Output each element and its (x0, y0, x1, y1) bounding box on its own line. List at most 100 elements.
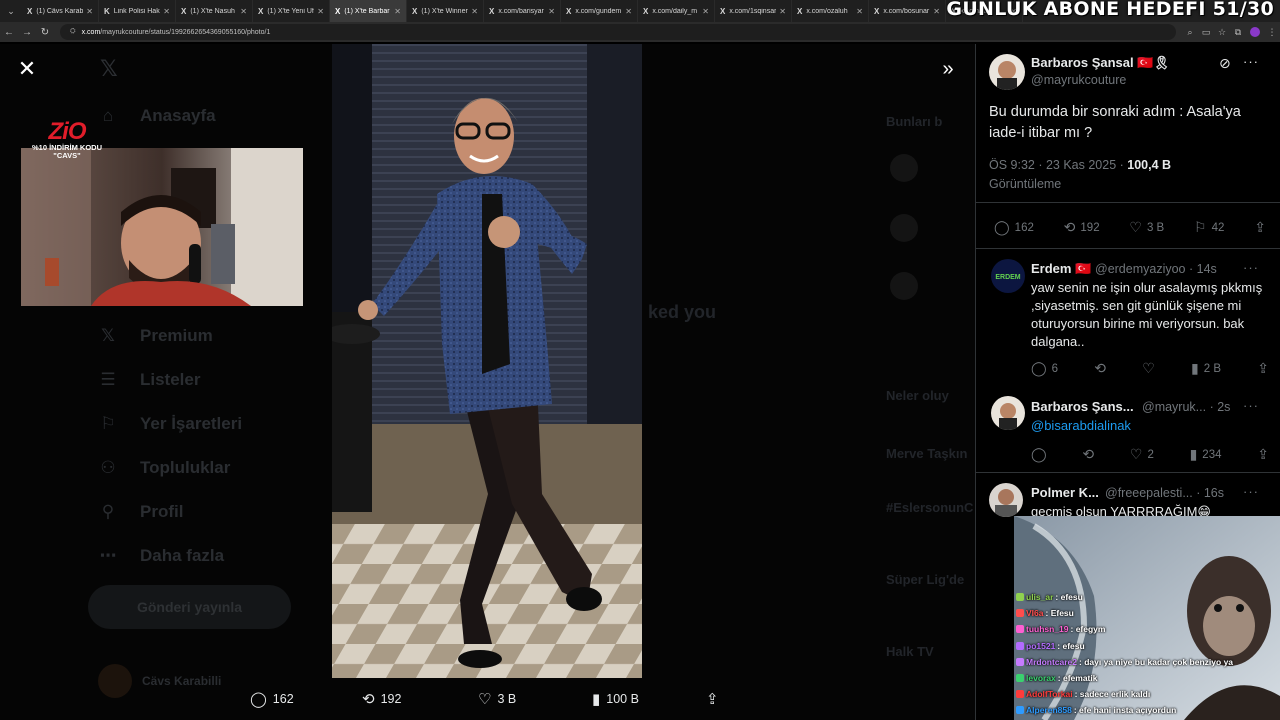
like-button[interactable]: ♡ (1142, 360, 1155, 377)
background-profile: Cävs Karabilli (98, 664, 221, 698)
url-path: /mayrukcouture/status/199266265436905516… (100, 28, 271, 36)
views-button[interactable]: ▮ 234 (1190, 446, 1222, 463)
close-tab-icon[interactable]: ✕ (317, 7, 324, 16)
repost-button[interactable]: ⟲ (1082, 446, 1094, 463)
chat-badge-icon (1016, 593, 1024, 601)
tab-search-chevron-icon[interactable]: ⌄ (0, 0, 22, 22)
close-tab-icon[interactable]: ✕ (240, 7, 247, 16)
reply-avatar[interactable] (989, 483, 1023, 517)
browser-tab[interactable]: X (1) X'te Barbar ✕ (330, 0, 407, 22)
more-options-icon[interactable]: ··· (1243, 484, 1259, 499)
browser-tab[interactable]: Xx.com/1sqinsar ✕ (715, 0, 792, 22)
grok-icon[interactable]: ⊘ (1219, 55, 1231, 72)
browser-menu-icon[interactable]: ⋮ (1264, 27, 1280, 38)
reply-handle[interactable]: @freeepalesti... · 16s (1105, 486, 1224, 500)
expand-panel-icon[interactable]: » (936, 58, 960, 82)
views-button[interactable]: ▮ 2 B (1191, 360, 1221, 377)
reply-author-name[interactable]: Erdem 🇹🇷 (1031, 261, 1091, 277)
chat-username[interactable]: ulis_ar (1026, 592, 1053, 602)
close-tab-icon[interactable]: ✕ (702, 7, 709, 16)
reply-avatar[interactable] (991, 396, 1025, 430)
more-options-icon[interactable]: ··· (1243, 398, 1259, 413)
star-icon[interactable]: ☆ (1214, 27, 1230, 38)
viewer-share-button[interactable]: ⇪ (706, 688, 719, 710)
close-tab-icon[interactable]: ✕ (625, 7, 632, 16)
reply-button[interactable]: ◯ 6 (1031, 360, 1058, 377)
close-tab-icon[interactable]: ✕ (163, 7, 170, 16)
zoom-icon[interactable]: ⌕ (1182, 27, 1198, 38)
browser-tab[interactable]: Xx.com/ozaluh ✕ (792, 0, 869, 22)
browser-tab[interactable]: X (1) X'te Winner ✕ (407, 0, 484, 22)
close-tab-icon[interactable]: ✕ (471, 7, 478, 16)
close-tab-icon[interactable]: ✕ (394, 7, 401, 16)
chat-message: Mrdontcare2 : dayı ya niye bu kadar çok … (1016, 657, 1233, 667)
author-handle[interactable]: @mayrukcouture (1031, 73, 1126, 87)
reply-author-name[interactable]: Polmer K... (1031, 485, 1099, 500)
reply-avatar[interactable]: ERDEM (991, 259, 1025, 293)
reply-handle[interactable]: @mayruk... · 2s (1142, 400, 1230, 414)
back-arrow-icon[interactable]: ← (0, 22, 18, 42)
more-options-icon[interactable]: ··· (1243, 260, 1259, 275)
forward-arrow-icon[interactable]: → (18, 22, 36, 42)
browser-tab[interactable]: X (1) Cävs Karabi ✕ (22, 0, 99, 22)
reply-handle[interactable]: @erdemyaziyoo · 14s (1095, 262, 1217, 276)
chat-username[interactable]: AdolfTorkai (1026, 689, 1073, 699)
more-options-icon[interactable]: ··· (1243, 54, 1259, 69)
site-info-icon[interactable]: ⛭ (70, 28, 76, 36)
close-tab-icon[interactable]: ✕ (933, 7, 940, 16)
browser-tab[interactable]: Xx.com/gundem ✕ (561, 0, 638, 22)
browser-tab[interactable]: Xx.com/barisyar ✕ (484, 0, 561, 22)
viewer-like-button[interactable]: ♡ 3 B (478, 688, 516, 710)
chat-username[interactable]: tuuhsn_19 (1026, 624, 1069, 634)
sidebar-item-6: ⋯ Daha fazla (98, 546, 225, 566)
tweet-photo[interactable] (332, 44, 642, 678)
chat-username[interactable]: VI6a (1026, 608, 1044, 618)
reply-button[interactable]: ◯ 162 (994, 219, 1034, 236)
viewer-reply-button[interactable]: ◯ 162 (250, 688, 294, 710)
close-tab-icon[interactable]: ✕ (548, 7, 555, 16)
profile-avatar-icon[interactable] (1250, 27, 1260, 37)
reply-button[interactable]: ◯ (1031, 446, 1047, 463)
share-button[interactable]: ⇪ (1254, 219, 1266, 236)
bookmark-button[interactable]: ⚐ 42 (1194, 219, 1224, 236)
viewer-repost-button[interactable]: ⟲ 192 (362, 688, 401, 710)
close-tab-icon[interactable]: ✕ (779, 7, 786, 16)
close-viewer-icon[interactable]: ✕ (16, 58, 38, 80)
chat-username[interactable]: po1521 (1026, 641, 1055, 651)
browser-tab[interactable]: Xx.com/daily_m ✕ (638, 0, 715, 22)
url-field[interactable]: ⛭ x.com /mayrukcouture/status/1992662654… (60, 24, 1176, 40)
address-bar-row: ← → ↻ ⛭ x.com /mayrukcouture/status/1992… (0, 22, 1280, 42)
chat-text: : efesu (1057, 641, 1085, 651)
repost-button[interactable]: ⟲ 192 (1064, 219, 1100, 236)
browser-tab[interactable]: X (1) X'te Nasuh ✕ (176, 0, 253, 22)
tweet-time[interactable]: ÖS 9:32 · 23 Kas 2025 · (989, 158, 1127, 172)
close-tab-icon[interactable]: ✕ (856, 7, 863, 16)
reply-author-name[interactable]: Barbaros Şans... (1031, 399, 1134, 414)
reply-action-bar: ◯ ⟲ ♡ 2 ▮ 234 ⇪ (1031, 446, 1269, 463)
mention-link[interactable]: @bisarabdialinak (1031, 417, 1131, 435)
more-icon: ⋯ (99, 546, 117, 565)
browser-tab[interactable]: Xx.com/bosunar ✕ (869, 0, 946, 22)
heart-icon: ♡ (1129, 446, 1143, 462)
viewer-views-button[interactable]: ▮ 100 B (592, 688, 639, 710)
cast-icon[interactable]: ▭ (1198, 27, 1214, 38)
reload-icon[interactable]: ↻ (36, 22, 54, 42)
author-name[interactable]: Barbaros Şansal 🇹🇷🎗 (1031, 55, 1170, 71)
chat-username[interactable]: levorax (1026, 673, 1056, 683)
author-avatar[interactable] (989, 54, 1025, 90)
browser-tab[interactable]: K Link Polisi Haki ✕ (99, 0, 176, 22)
browser-tab[interactable]: X (1) X'te Yeni Ufu ✕ (253, 0, 330, 22)
tweet-meta: ÖS 9:32 · 23 Kas 2025 · 100,4 B (989, 158, 1171, 172)
share-button[interactable]: ⇪ (1257, 446, 1269, 463)
sponsor-logo-text: ZiO (48, 118, 87, 145)
close-tab-icon[interactable]: ✕ (86, 7, 93, 16)
like-button[interactable]: ♡ 3 B (1129, 219, 1164, 236)
chat-message: AdolfTorkai : sadece erlik kaldı (1016, 689, 1150, 699)
share-button[interactable]: ⇪ (1257, 360, 1269, 377)
repost-button[interactable]: ⟲ (1094, 360, 1106, 377)
chat-username[interactable]: Alperen858 (1026, 705, 1072, 715)
chat-message: Alperen858 : efe hani insta açıyordun (1016, 705, 1176, 715)
like-button[interactable]: ♡ 2 (1130, 446, 1154, 463)
extensions-icon[interactable]: ⧉ (1230, 27, 1246, 38)
chat-username[interactable]: Mrdontcare2 (1026, 657, 1077, 667)
